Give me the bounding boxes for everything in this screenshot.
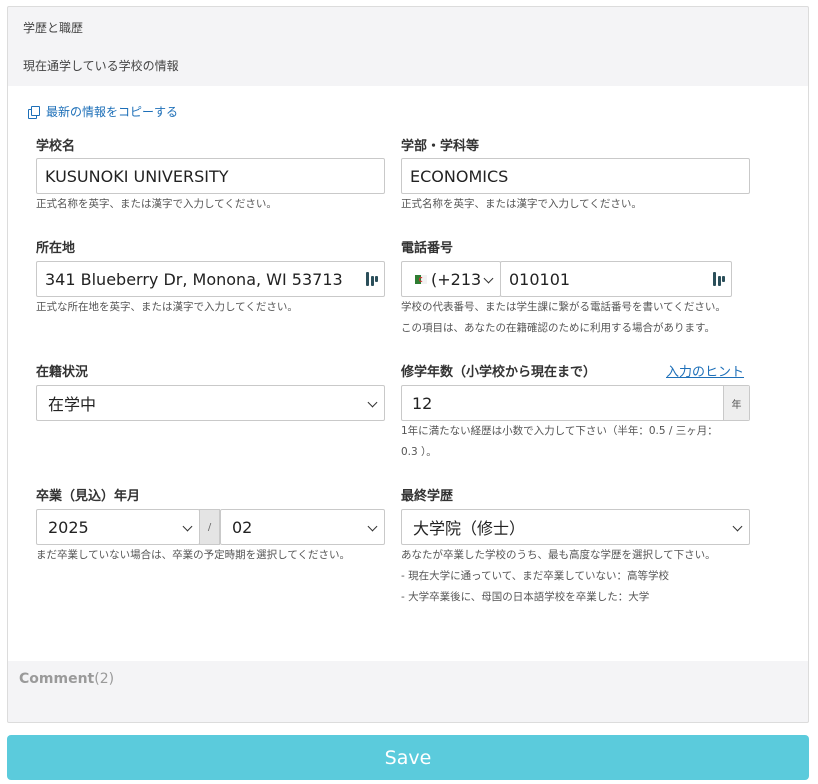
section-title: 学歴と職歴 <box>23 21 84 35</box>
graduation-month-select[interactable]: 02 <box>220 509 385 545</box>
address-input[interactable]: 341 Blueberry Dr, Monona, WI 53713 <box>36 261 385 297</box>
years-of-study-value: 12 <box>412 393 433 413</box>
date-separator: / <box>199 509 220 545</box>
comment-count: (2) <box>94 671 115 687</box>
copy-latest-info-link[interactable]: 最新の情報をコピーする <box>28 103 178 120</box>
phone-number-input[interactable]: 010101 <box>500 261 732 297</box>
final-education-help-line2: - 現在大学に通っていて、まだ卒業していない：高等学校 <box>401 570 669 582</box>
years-unit: 年 <box>723 386 749 420</box>
phone-label: 電話番号 <box>401 241 454 256</box>
phone-help-line2: この項目は、あなたの在籍確認のために利用する場合があります。 <box>401 322 715 334</box>
form-body: 最新の情報をコピーする 学校名 KUSUNOKI UNIVERSITY 正式名称… <box>8 86 808 661</box>
graduation-month-value: 02 <box>232 517 253 537</box>
copy-icon <box>28 105 40 119</box>
department-help: 正式名称を英字、または漢字で入力してください。 <box>401 198 642 210</box>
graduation-year-value: 2025 <box>48 517 89 537</box>
school-name-value: KUSUNOKI UNIVERSITY <box>45 166 229 186</box>
copy-link-label: 最新の情報をコピーする <box>46 105 179 119</box>
country-code-value: (+213 <box>431 269 482 289</box>
enrollment-label: 在籍状況 <box>36 365 89 380</box>
address-label: 所在地 <box>36 241 76 256</box>
final-education-help-line1: あなたが卒業した学校のうち、最も高度な学歴を選択して下さい。 <box>401 549 716 561</box>
graduation-help: まだ卒業していない場合は、卒業の予定時期を選択してください。 <box>36 549 351 561</box>
algeria-flag-icon <box>415 274 427 284</box>
school-name-help: 正式名称を英字、または漢字で入力してください。 <box>36 198 277 210</box>
years-of-study-label: 修学年数（小学校から現在まで） <box>401 365 597 380</box>
graduation-year-select[interactable]: 2025 <box>36 509 200 545</box>
phone-number-value: 010101 <box>509 269 571 289</box>
school-name-label: 学校名 <box>36 139 76 154</box>
phone-help-line1: 学校の代表番号、または学生課に繋がる電話番号を書いてください。 <box>401 301 726 313</box>
enrollment-select[interactable]: 在学中 <box>36 385 385 421</box>
country-code-select[interactable]: (+213 <box>401 261 501 297</box>
education-panel: 学歴と職歴 現在通学している学校の情報 最新の情報をコピーする 学校名 KUSU… <box>7 6 809 723</box>
department-input[interactable]: ECONOMICS <box>401 158 750 194</box>
input-hint-link[interactable]: 入力のヒント <box>666 361 744 380</box>
autofill-icon[interactable] <box>713 272 725 286</box>
department-label: 学部・学科等 <box>401 139 480 154</box>
graduation-label: 卒業（見込）年月 <box>36 489 141 504</box>
final-education-select[interactable]: 大学院（修士） <box>401 509 750 545</box>
final-education-help-line3: - 大学卒業後に、母国の日本語学校を卒業した：大学 <box>401 591 650 603</box>
autofill-icon[interactable] <box>366 272 378 286</box>
years-help-line1: 1年に満たない経歴は小数で入力して下さい（半年：0.5 / 三ヶ月： <box>401 425 718 437</box>
save-button[interactable]: Save <box>7 735 809 780</box>
address-value: 341 Blueberry Dr, Monona, WI 53713 <box>45 269 343 289</box>
comment-toggle[interactable]: Comment(2) <box>19 671 114 687</box>
years-of-study-input[interactable]: 12 年 <box>401 385 750 421</box>
final-education-value: 大学院（修士） <box>413 519 526 538</box>
years-help-line2: 0.3 ）。 <box>401 446 437 458</box>
school-name-input[interactable]: KUSUNOKI UNIVERSITY <box>36 158 385 194</box>
section-subtitle: 現在通学している学校の情報 <box>23 59 179 73</box>
enrollment-value: 在学中 <box>48 395 97 414</box>
address-help: 正式な所在地を英字、または漢字で入力してください。 <box>36 301 298 313</box>
final-education-label: 最終学歴 <box>401 489 454 504</box>
comment-label: Comment <box>19 671 95 687</box>
department-value: ECONOMICS <box>410 166 509 186</box>
